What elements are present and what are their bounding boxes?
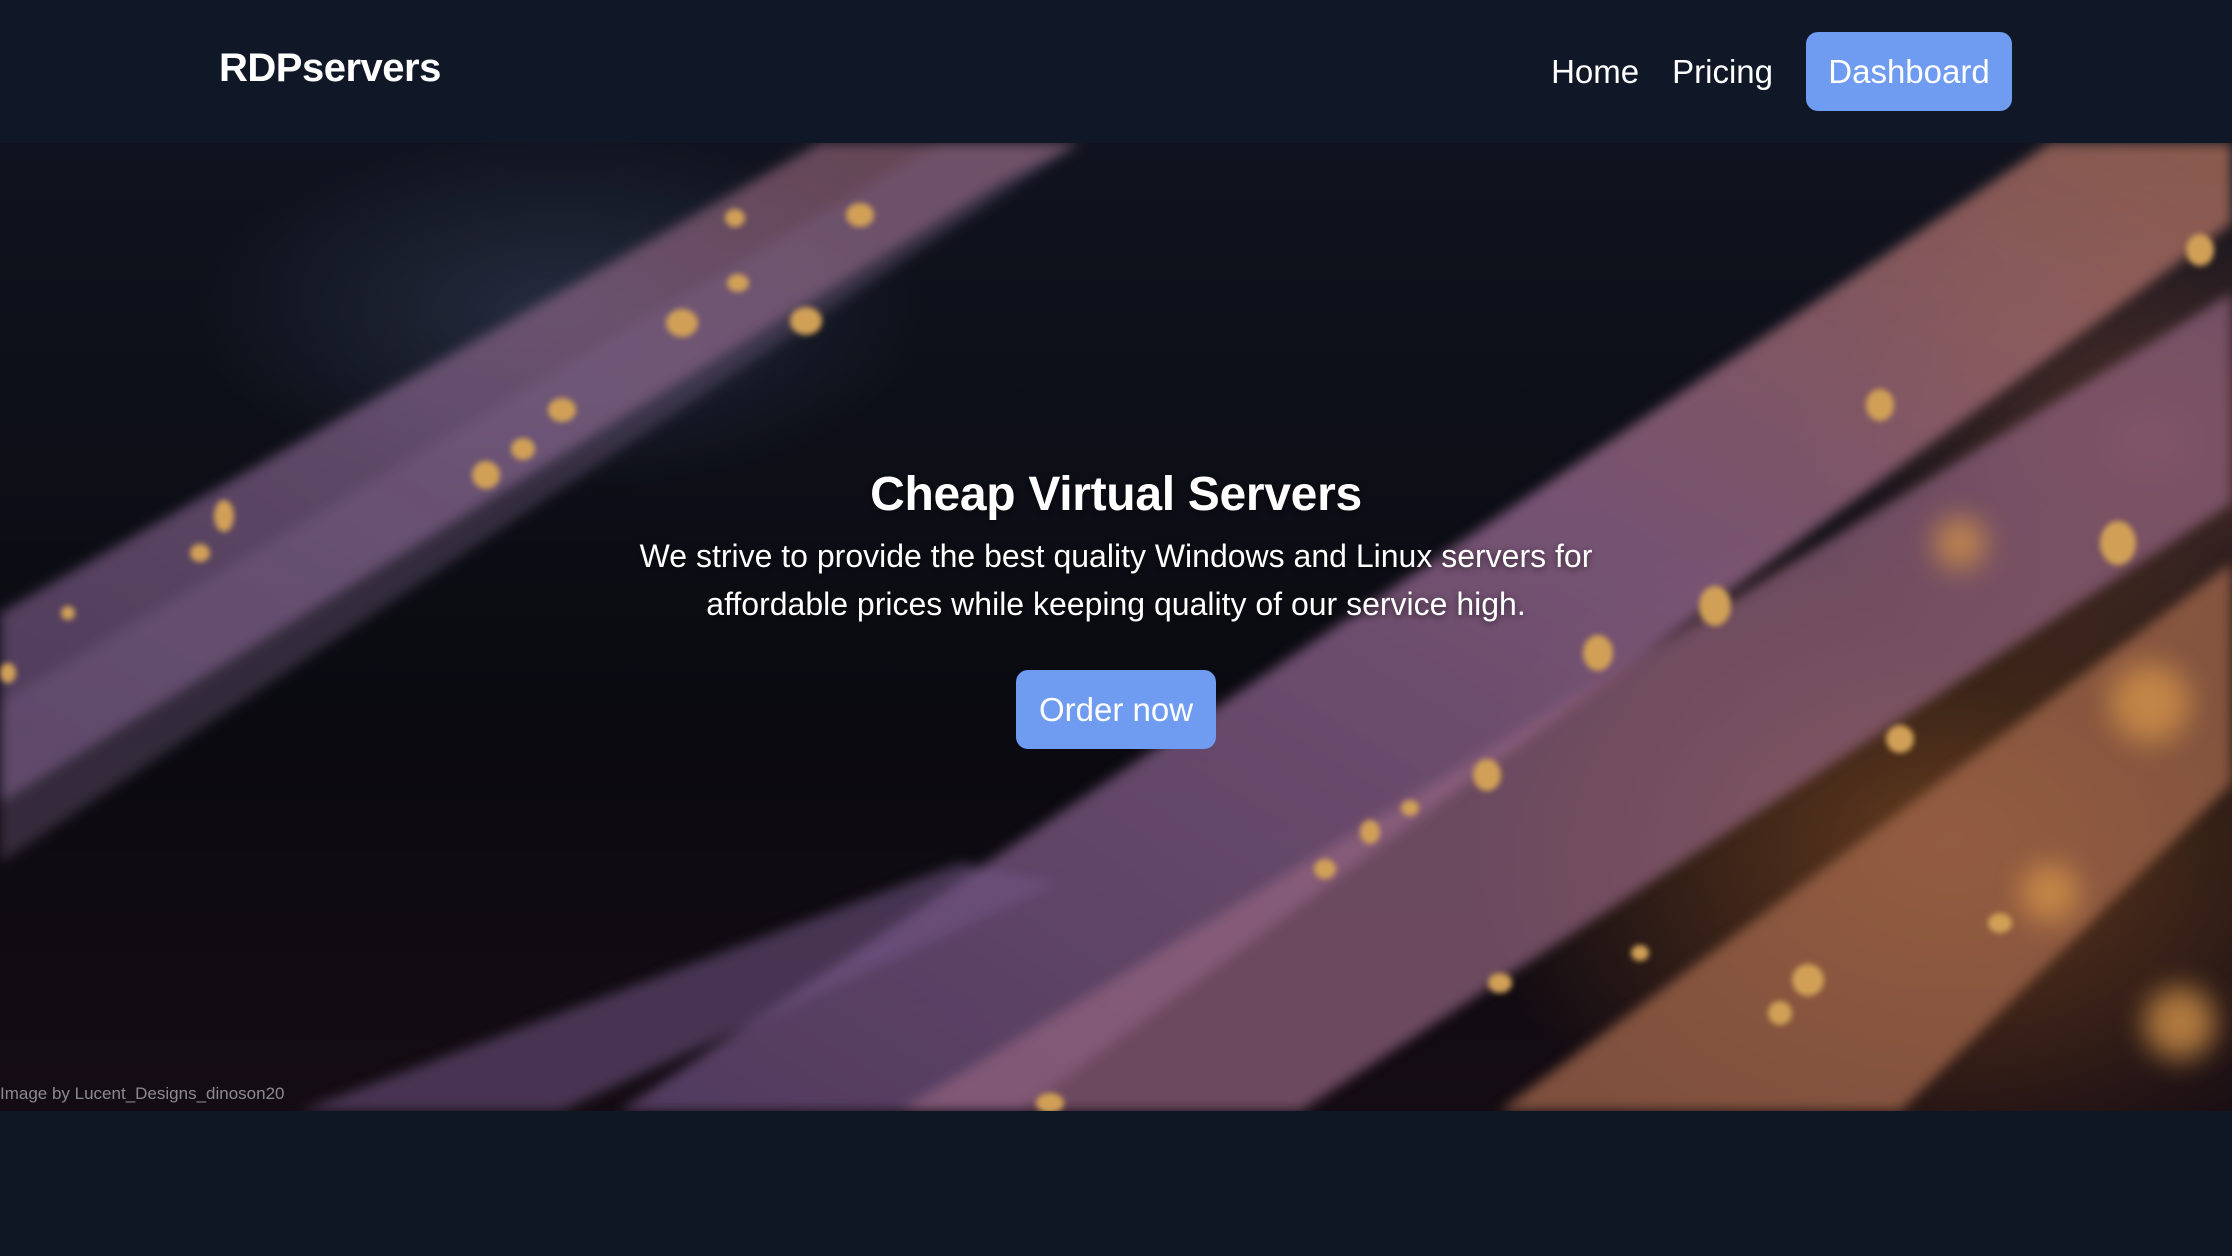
- hero-section: Cheap Virtual Servers We strive to provi…: [0, 143, 2232, 1111]
- hero-content: Cheap Virtual Servers We strive to provi…: [0, 467, 2232, 749]
- page-bottom-area: [0, 1111, 2232, 1256]
- hero-description: We strive to provide the best quality Wi…: [639, 538, 1593, 622]
- top-navbar: RDPservers Home Pricing Dashboard: [0, 0, 2232, 143]
- hero-title: Cheap Virtual Servers: [870, 468, 1362, 521]
- order-now-button[interactable]: Order now: [1016, 670, 1216, 749]
- nav-link-home[interactable]: Home: [1551, 53, 1639, 91]
- brand-logo[interactable]: RDPservers: [219, 46, 441, 91]
- dashboard-button[interactable]: Dashboard: [1806, 32, 2012, 111]
- nav-links: Home Pricing Dashboard: [1551, 32, 2012, 111]
- nav-link-pricing[interactable]: Pricing: [1672, 53, 1773, 91]
- image-credit: Image by Lucent_Designs_dinoson20: [0, 1084, 285, 1103]
